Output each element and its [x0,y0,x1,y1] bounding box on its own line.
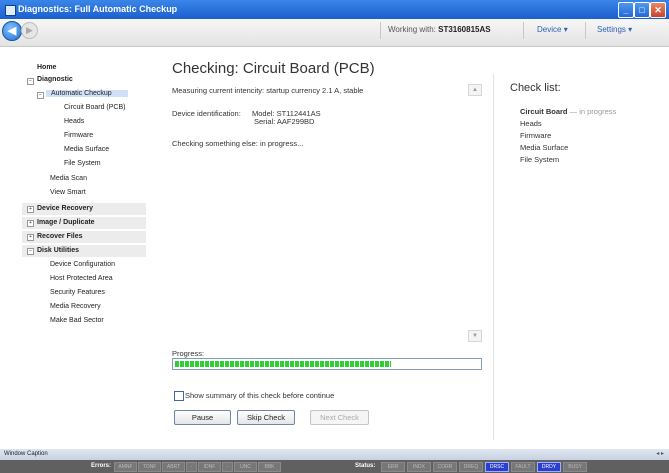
show-summary-label: Show summary of this check before contin… [185,391,335,400]
error-indicator: AMNF [114,462,137,472]
status-indicator: ERR [381,462,405,472]
title-bar: Diagnostics: Full Automatic Checkup _ □ … [0,0,669,19]
log-scrollbar[interactable]: ▲ ▼ [468,80,482,344]
check-list-item-label: Circuit Board [520,107,568,116]
working-with: Working with: ST3160815AS [388,25,491,34]
device-menu-chevron-icon: ▾ [563,25,568,34]
app-icon [5,5,16,16]
checking-else-text: Checking something else: in progress... [172,139,304,148]
sidebar-item-diagnostic[interactable]: Diagnostic [37,76,73,83]
panel-divider [493,74,494,440]
status-label: Status: [355,463,376,469]
back-arrow-icon[interactable]: ◀ [2,21,22,41]
show-summary-checkbox[interactable] [174,391,184,401]
status-bar: Errors: AMNF TONF ABRT - IDNF - UNC BBK Status:… [0,460,669,473]
navigation-bar: ◀ ▶ Working with: ST3160815AS Device ▾ S… [0,19,669,47]
nav-separator [585,22,586,39]
settings-menu[interactable]: Settings ▾ [597,25,632,34]
error-indicator: ABRT [162,462,185,472]
check-list-title: Check list: [510,82,561,94]
error-indicator: BBK [258,462,281,472]
errors-label: Errors: [91,463,112,469]
sidebar-item-security-features[interactable]: Security Features [50,289,105,296]
status-indicator: BUSY [563,462,587,472]
check-list-item: Heads [520,119,542,128]
sidebar-item-home[interactable]: Home [37,64,56,71]
progress-bar [172,358,482,370]
status-indicator: CORR [433,462,457,472]
nav-separator [523,22,524,39]
collapse-icon[interactable]: − [27,248,34,255]
sidebar-item-file-system[interactable]: File System [64,160,101,167]
error-indicator: UNC [234,462,257,472]
device-menu[interactable]: Device ▾ [537,25,568,34]
error-indicator: - [222,462,233,472]
minimize-button[interactable]: _ [618,2,634,18]
sidebar-item-media-recovery[interactable]: Media Recovery [50,303,101,310]
check-list-item: Circuit Board — in progress [520,107,616,116]
page-title: Checking: Circuit Board (PCB) [172,60,375,77]
status-indicator: FAULT [511,462,535,472]
error-indicator: TONF [138,462,161,472]
working-with-label: Working with: [388,25,436,34]
forward-arrow-icon[interactable]: ▶ [21,22,38,39]
check-list-item: File System [520,155,560,164]
sidebar-item-device-recovery[interactable]: Device Recovery [37,205,93,212]
close-button[interactable]: ✕ [650,2,666,18]
check-list-item: Firmware [520,131,552,140]
collapse-icon[interactable]: − [37,92,44,99]
window-title: Diagnostics: Full Automatic Checkup [18,4,178,14]
sidebar-item-recover-files[interactable]: Recover Files [37,233,83,240]
expand-icon[interactable]: + [27,206,34,213]
status-indicator: DREQ [459,462,483,472]
error-indicator: - [186,462,197,472]
pause-button[interactable]: Pause [174,410,231,425]
next-check-button[interactable]: Next Check [310,410,369,425]
device-id-label: Device identification: [172,109,241,118]
window-caption-text: Window Caption [4,451,48,457]
collapse-icon[interactable]: − [27,78,34,85]
sidebar-item-circuit-board[interactable]: Circuit Board (PCB) [64,104,125,111]
sidebar-item-disk-utilities[interactable]: Disk Utilities [37,247,79,254]
skip-check-button[interactable]: Skip Check [237,410,295,425]
error-indicator: IDNF [198,462,221,472]
settings-menu-chevron-icon: ▾ [628,25,633,34]
maximize-button[interactable]: □ [634,2,650,18]
expand-icon[interactable]: + [27,220,34,227]
check-list-item-status: — in progress [569,107,617,116]
progress-fill [175,361,391,367]
window-caption: Window Caption ◂ ▸ [0,449,669,460]
nav-separator [380,22,381,39]
scroll-up-icon[interactable]: ▲ [468,84,482,96]
progress-label: Progress: [172,349,205,358]
check-list-item: Media Surface [520,143,569,152]
drive-id: ST3160815AS [438,25,491,34]
status-indicator: DRSC [485,462,509,472]
sidebar-item-device-configuration[interactable]: Device Configuration [50,261,115,268]
sidebar-item-heads[interactable]: Heads [64,118,84,125]
sidebar-item-automatic-checkup[interactable]: Automatic Checkup [46,90,128,97]
status-indicator: INDX [407,462,431,472]
expand-icon[interactable]: + [27,234,34,241]
device-menu-label: Device [537,25,562,34]
sidebar-item-firmware[interactable]: Firmware [64,132,93,139]
sidebar-item-image-duplicate[interactable]: Image / Duplicate [37,219,95,226]
settings-menu-label: Settings [597,25,626,34]
device-serial: Serial: AAF299BD [254,117,315,126]
caption-arrows-icon[interactable]: ◂ ▸ [656,450,664,457]
sidebar-item-view-smart[interactable]: View Smart [50,189,86,196]
sidebar-item-media-scan[interactable]: Media Scan [50,175,87,182]
sidebar-item-make-bad-sector[interactable]: Make Bad Sector [50,317,104,324]
sidebar-item-host-protected-area[interactable]: Host Protected Area [50,275,113,282]
intensity-text: Measuring current intencity: startup cur… [172,86,364,95]
sidebar-item-media-surface[interactable]: Media Surface [64,146,109,153]
status-indicator: DRDY [537,462,561,472]
scroll-down-icon[interactable]: ▼ [468,330,482,342]
